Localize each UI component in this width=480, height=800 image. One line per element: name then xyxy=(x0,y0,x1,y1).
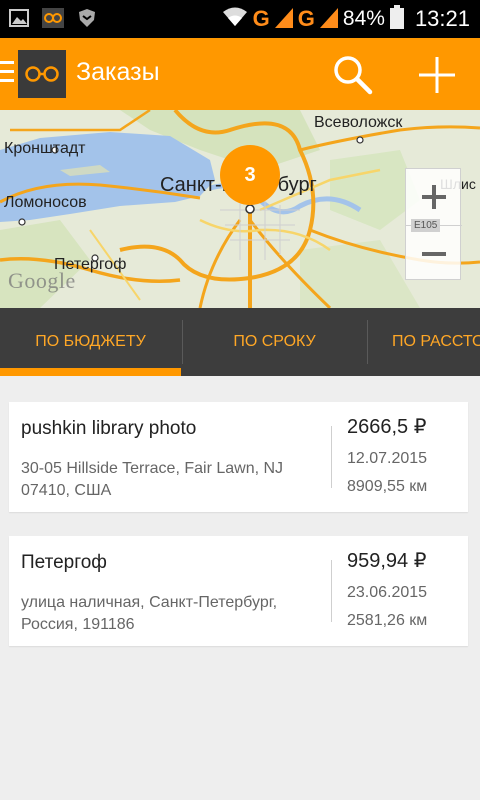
tab-by-deadline[interactable]: ПО СРОКУ xyxy=(183,308,366,376)
order-date: 23.06.2015 xyxy=(347,584,428,601)
clock: 13:21 xyxy=(414,6,470,31)
order-price: 2666,5 ₽ xyxy=(347,416,427,438)
order-price: 959,94 ₽ xyxy=(347,550,427,572)
page-title: Заказы xyxy=(76,58,160,86)
wifi-icon xyxy=(222,6,248,32)
plus-icon xyxy=(422,185,446,209)
order-address: улица наличная, Санкт-Петербург, Россия,… xyxy=(21,594,278,633)
order-cluster-marker[interactable]: 3 xyxy=(220,145,280,205)
tab-by-distance[interactable]: ПО РАССТОЯНИЮ xyxy=(368,308,480,376)
network-type-1: G xyxy=(252,6,270,31)
order-title: pushkin library photo xyxy=(21,418,197,439)
add-button[interactable] xyxy=(414,52,460,98)
order-distance: 8909,55 км xyxy=(347,478,428,495)
zoom-in-button[interactable] xyxy=(406,169,462,225)
sort-tabs: ПО БЮДЖЕТУ ПО СРОКУ ПО РАССТОЯНИЮ xyxy=(0,308,480,376)
order-card[interactable]: pushkin library photo 30-05 Hillside Ter… xyxy=(9,402,468,512)
app-notification-icon xyxy=(42,7,64,29)
google-attribution: Google xyxy=(8,268,76,293)
status-bar: G G 84% 13:21 xyxy=(0,0,480,38)
map-view[interactable]: Кронштадт Ломоносов Петергоф Санкт-Петер… xyxy=(0,110,480,308)
road-shield-e105: E105 xyxy=(411,219,441,232)
network-type-2: G xyxy=(297,6,315,31)
order-address: 30-05 Hillside Terrace, Fair Lawn, NJ 07… xyxy=(21,460,284,499)
map-label-vsevolozhsk: Всеволожск xyxy=(314,114,403,131)
battery-percent: 84% xyxy=(342,7,385,30)
tab-by-budget[interactable]: ПО БЮДЖЕТУ xyxy=(0,308,181,376)
map-label-kronshtadt: Кронштадт xyxy=(4,140,86,157)
order-distance: 2581,26 км xyxy=(347,612,428,629)
minus-icon xyxy=(422,251,446,256)
signal-icon-2 xyxy=(319,6,338,32)
app-logo-icon[interactable] xyxy=(18,50,66,98)
card-divider xyxy=(331,426,332,488)
order-title: Петергоф xyxy=(21,552,107,573)
search-button[interactable] xyxy=(330,52,376,98)
search-icon xyxy=(334,56,373,95)
order-card[interactable]: Петергоф улица наличная, Санкт-Петербург… xyxy=(9,536,468,646)
battery-icon xyxy=(389,5,404,33)
gallery-icon xyxy=(8,7,30,29)
signal-icon xyxy=(274,6,293,32)
map-label-lomonosov: Ломоносов xyxy=(4,194,87,211)
order-date: 12.07.2015 xyxy=(347,450,428,467)
add-icon xyxy=(419,57,455,93)
card-divider xyxy=(331,560,332,622)
active-tab-indicator xyxy=(0,368,181,376)
menu-icon[interactable] xyxy=(0,61,14,87)
shield-icon xyxy=(76,7,98,29)
app-bar: Заказы xyxy=(0,38,480,110)
zoom-out-button[interactable] xyxy=(406,225,462,281)
